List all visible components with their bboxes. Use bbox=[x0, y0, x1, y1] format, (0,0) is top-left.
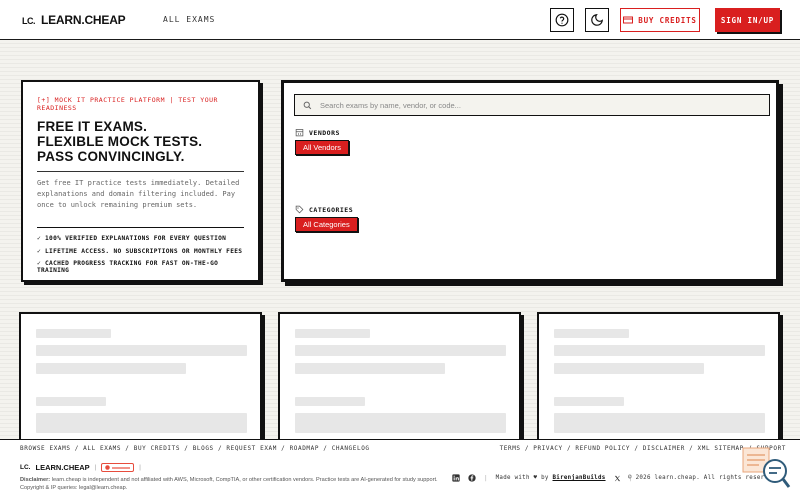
skeleton-line bbox=[554, 345, 765, 356]
hero-title: FREE IT EXAMS. FLEXIBLE MOCK TESTS. PASS… bbox=[37, 119, 244, 164]
categories-section-label: CATEGORIES bbox=[295, 205, 353, 214]
skeleton-block bbox=[295, 413, 506, 433]
skeleton-block bbox=[554, 413, 765, 433]
feature-item: ✓ CACHED PROGRESS TRACKING FOR FAST ON-TH… bbox=[37, 260, 219, 274]
disclaimer-text: learn.cheap is independent and not affil… bbox=[20, 477, 438, 491]
skeleton-line bbox=[295, 329, 370, 338]
search-bar[interactable] bbox=[294, 94, 770, 116]
feature-item: ✓ LIFETIME ACCESS. NO SUBSCRIPTIONS OR MO… bbox=[37, 247, 243, 255]
skeleton-line bbox=[554, 363, 704, 374]
footer-links-left[interactable]: BROWSE EXAMS / ALL EXAMS / BUY CREDITS /… bbox=[20, 445, 370, 452]
skeleton-line bbox=[295, 363, 445, 374]
sign-in-button[interactable]: SIGN IN/UP bbox=[715, 8, 780, 32]
separator: | bbox=[94, 464, 97, 471]
hero-description: Get free IT practice tests immediately. … bbox=[37, 179, 240, 209]
footer-logo[interactable]: LC. LEARN.CHEAP | | bbox=[20, 463, 141, 472]
hero-title-line-2: FLEXIBLE MOCK TESTS. bbox=[37, 134, 203, 149]
divider bbox=[37, 171, 244, 172]
product-hunt-badge[interactable] bbox=[101, 463, 135, 472]
product-hunt-icon bbox=[105, 465, 110, 470]
site-logo[interactable]: LC. LEARN.CHEAP bbox=[22, 13, 126, 27]
skeleton-line bbox=[36, 345, 247, 356]
all-vendors-chip[interactable]: All Vendors bbox=[295, 140, 349, 155]
skeleton-block bbox=[36, 413, 247, 433]
logo-mark: LC. bbox=[22, 16, 36, 26]
credit-card-icon bbox=[623, 16, 634, 24]
facebook-icon[interactable] bbox=[468, 474, 476, 482]
search-icon bbox=[303, 101, 312, 109]
linkedin-icon[interactable] bbox=[452, 474, 460, 482]
exam-card-skeleton[interactable] bbox=[19, 312, 262, 442]
help-circle-icon bbox=[555, 13, 569, 27]
check-icon: ✓ bbox=[37, 235, 42, 242]
author-link[interactable]: BirenjanBuilds bbox=[552, 475, 605, 481]
check-icon: ✓ bbox=[37, 260, 42, 267]
all-categories-chip[interactable]: All Categories bbox=[295, 217, 358, 232]
divider bbox=[37, 227, 244, 228]
buy-credits-button[interactable]: BUY CREDITS bbox=[620, 8, 700, 32]
hero-card: [+] MOCK IT PRACTICE PLATFORM | TEST YOU… bbox=[21, 80, 260, 282]
help-widget[interactable] bbox=[741, 446, 791, 490]
feature-list: ✓ 100% VERIFIED EXPLANATIONS FOR EVERY QU… bbox=[37, 235, 244, 274]
skeleton-line bbox=[554, 397, 624, 406]
footer-logo-text: LEARN.CHEAP bbox=[35, 463, 90, 472]
search-input[interactable] bbox=[320, 100, 740, 110]
skeleton-line bbox=[295, 397, 365, 406]
hero-title-line-3: PASS CONVINCINGLY. bbox=[37, 149, 185, 164]
skeleton-line bbox=[554, 329, 629, 338]
disclaimer-label: Disclaimer: bbox=[20, 477, 51, 483]
hero-tagline: [+] MOCK IT PRACTICE PLATFORM | TEST YOU… bbox=[37, 96, 218, 112]
skeleton-line bbox=[36, 363, 186, 374]
feature-item: ✓ 100% VERIFIED EXPLANATIONS FOR EVERY QU… bbox=[37, 235, 227, 242]
logo-text: LEARN.CHEAP bbox=[41, 13, 126, 27]
chat-support-icon bbox=[742, 447, 791, 488]
vendors-section-label: VENDORS bbox=[295, 128, 340, 137]
top-header: LC. LEARN.CHEAP ALL EXAMS BUY CREDITS SI… bbox=[0, 0, 800, 40]
made-with-text: Made with ♥ by BirenjanBuilds bbox=[495, 475, 606, 481]
skeleton-line bbox=[36, 397, 106, 406]
skeleton-line bbox=[36, 329, 111, 338]
tag-icon bbox=[295, 205, 304, 214]
hero-title-line-1: FREE IT EXAMS. bbox=[37, 119, 148, 134]
footer-social: | Made with ♥ by BirenjanBuilds | bbox=[452, 474, 632, 482]
footer-logo-mark: LC. bbox=[20, 464, 31, 471]
help-button[interactable] bbox=[550, 8, 574, 32]
separator: | bbox=[139, 464, 141, 471]
exam-card-skeleton[interactable] bbox=[537, 312, 780, 442]
footer-disclaimer: Disclaimer: learn.cheap is independent a… bbox=[20, 476, 440, 492]
filter-panel: VENDORS All Vendors CATEGORIES All Categ… bbox=[281, 80, 779, 282]
moon-icon bbox=[591, 14, 603, 26]
separator: | bbox=[484, 474, 488, 482]
exam-card-skeleton[interactable] bbox=[278, 312, 521, 442]
theme-toggle-button[interactable] bbox=[585, 8, 609, 32]
skeleton-line bbox=[295, 345, 506, 356]
nav-all-exams[interactable]: ALL EXAMS bbox=[163, 15, 215, 24]
building-icon bbox=[295, 129, 304, 137]
buy-credits-label: BUY CREDITS bbox=[638, 15, 697, 25]
check-icon: ✓ bbox=[37, 247, 42, 255]
x-twitter-icon[interactable] bbox=[614, 475, 621, 482]
